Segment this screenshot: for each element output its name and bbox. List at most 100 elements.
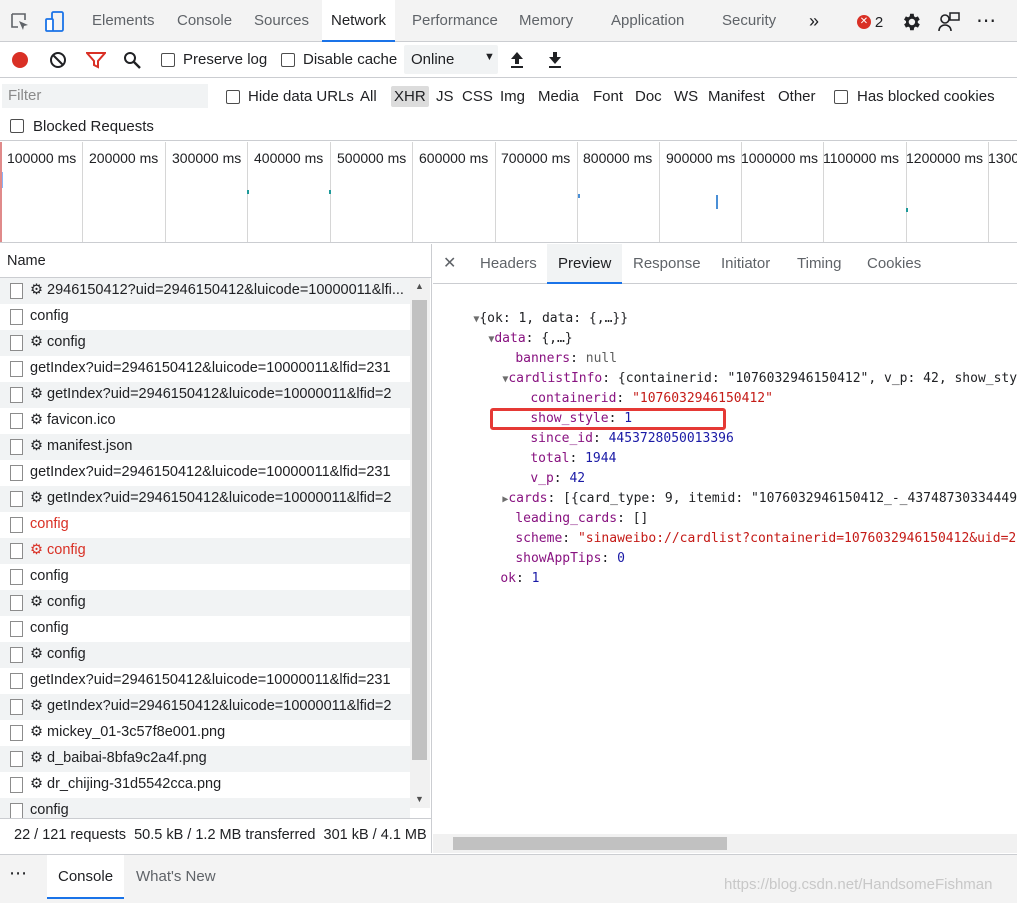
gear-icon[interactable] <box>900 11 922 33</box>
scrollbar-thumb[interactable] <box>412 300 427 760</box>
filter-type-ws[interactable]: WS <box>671 86 701 107</box>
filter-icon[interactable] <box>86 52 106 69</box>
preview-horizontal-scrollbar[interactable] <box>433 834 1017 853</box>
blocked-requests-checkbox[interactable] <box>10 119 24 133</box>
request-summary: 22 / 121 requests 50.5 kB / 1.2 MB trans… <box>14 827 427 843</box>
request-name: ⚙ favicon.ico <box>30 412 116 428</box>
request-row[interactable]: config <box>0 564 410 590</box>
filter-type-css[interactable]: CSS <box>459 86 496 107</box>
preserve-log-checkbox[interactable] <box>161 53 175 67</box>
request-row[interactable]: ⚙ mickey_01-3c57f8e001.png <box>0 720 410 746</box>
filter-input[interactable]: Filter <box>2 84 208 108</box>
device-toolbar-icon[interactable] <box>44 10 66 34</box>
feedback-icon[interactable] <box>937 11 961 33</box>
tab-application[interactable]: Application <box>611 0 684 42</box>
request-row[interactable]: ⚙ manifest.json <box>0 434 410 460</box>
tab-response[interactable]: Response <box>633 244 701 284</box>
filter-type-doc[interactable]: Doc <box>632 86 665 107</box>
request-row[interactable]: ⚙ favicon.ico <box>0 408 410 434</box>
filter-type-js[interactable]: JS <box>433 86 457 107</box>
disable-cache-checkbox[interactable] <box>281 53 295 67</box>
tab-elements[interactable]: Elements <box>92 0 155 42</box>
preserve-log-label: Preserve log <box>183 51 268 68</box>
inspect-element-icon[interactable] <box>9 11 31 33</box>
request-row[interactable]: config <box>0 616 410 642</box>
tab-security[interactable]: Security <box>722 0 776 42</box>
has-blocked-cookies-checkbox[interactable] <box>834 90 848 104</box>
filter-type-media[interactable]: Media <box>535 86 582 107</box>
file-icon <box>10 413 23 429</box>
request-name: ⚙ config <box>30 542 86 558</box>
tab-sources[interactable]: Sources <box>254 0 309 42</box>
tab-cookies[interactable]: Cookies <box>867 244 921 284</box>
tab-network[interactable]: Network <box>322 0 396 42</box>
request-row[interactable]: ⚙ getIndex?uid=2946150412&luicode=100000… <box>0 694 410 720</box>
tab-timing[interactable]: Timing <box>797 244 841 284</box>
request-row[interactable]: config <box>0 304 410 330</box>
tab-console[interactable]: Console <box>177 0 232 42</box>
search-icon[interactable] <box>123 51 141 69</box>
file-icon <box>10 699 23 715</box>
drawer-tab-whats-new[interactable]: What's New <box>136 855 216 899</box>
scroll-up-icon[interactable]: ▲ <box>415 281 424 291</box>
tab-preview[interactable]: Preview <box>547 244 623 284</box>
tab-memory[interactable]: Memory <box>519 0 573 42</box>
tab-initiator[interactable]: Initiator <box>721 244 770 284</box>
request-row[interactable]: ⚙ config <box>0 538 410 564</box>
json-containerid-value: "1076032946150412" <box>632 391 773 406</box>
request-row[interactable]: getIndex?uid=2946150412&luicode=10000011… <box>0 668 410 694</box>
drawer-menu-icon[interactable]: ⋯ <box>9 863 27 884</box>
request-row[interactable]: ⚙ dr_chijing-31d5542cca.png <box>0 772 410 798</box>
file-icon <box>10 439 23 455</box>
close-icon[interactable]: ✕ <box>443 244 456 284</box>
request-row[interactable]: ⚙ getIndex?uid=2946150412&luicode=100000… <box>0 486 410 512</box>
filter-bar: Filter Hide data URLs All XHR JS CSS Img… <box>0 78 1017 141</box>
scroll-down-icon[interactable]: ▼ <box>415 794 424 804</box>
request-row[interactable]: ⚙ config <box>0 330 410 356</box>
filter-type-font[interactable]: Font <box>590 86 626 107</box>
request-name: ⚙ d_baibai-8bfa9c2a4f.png <box>30 750 207 766</box>
drawer-tab-console[interactable]: Console <box>47 855 125 899</box>
error-badge[interactable]: ✕ 2 <box>857 13 883 31</box>
request-row[interactable]: ⚙ getIndex?uid=2946150412&luicode=100000… <box>0 382 410 408</box>
hide-data-urls-checkbox[interactable] <box>226 90 240 104</box>
filter-type-manifest[interactable]: Manifest <box>705 86 768 107</box>
chevron-down-icon: ▼ <box>484 51 495 63</box>
request-row[interactable]: getIndex?uid=2946150412&luicode=10000011… <box>0 356 410 382</box>
import-har-icon[interactable] <box>509 51 525 69</box>
request-row[interactable]: ⚙ d_baibai-8bfa9c2a4f.png <box>0 746 410 772</box>
clear-icon[interactable] <box>49 51 67 69</box>
request-row[interactable]: ⚙ config <box>0 642 410 668</box>
record-button[interactable] <box>12 52 28 68</box>
more-options-icon[interactable]: ⋯ <box>976 8 997 33</box>
request-row[interactable]: config <box>0 512 410 538</box>
request-list-scrollbar[interactable]: ▲ ▼ <box>410 278 430 808</box>
request-row[interactable]: ⚙ config <box>0 590 410 616</box>
request-name: ⚙ dr_chijing-31d5542cca.png <box>30 776 222 792</box>
scrollbar-thumb[interactable] <box>453 837 727 850</box>
request-name: config <box>30 802 69 818</box>
filter-type-img[interactable]: Img <box>497 86 528 107</box>
tab-performance[interactable]: Performance <box>412 0 498 42</box>
overview-gridline <box>165 142 166 242</box>
request-name: getIndex?uid=2946150412&luicode=10000011… <box>30 672 391 688</box>
name-column-header[interactable]: Name <box>0 244 431 278</box>
overview-tick-label: 600000 ms <box>419 150 489 166</box>
disable-cache-label: Disable cache <box>303 51 398 68</box>
filter-type-all[interactable]: All <box>357 86 380 107</box>
network-overview[interactable]: 100000 ms 200000 ms 300000 ms 400000 ms … <box>0 142 1017 243</box>
tab-headers[interactable]: Headers <box>480 244 537 284</box>
filter-type-xhr[interactable]: XHR <box>391 86 429 107</box>
request-name: ⚙ config <box>30 594 86 610</box>
request-name: ⚙ getIndex?uid=2946150412&luicode=100000… <box>30 698 392 714</box>
request-name: config <box>30 568 69 584</box>
json-since-id-value: 4453728050013396 <box>608 431 734 446</box>
request-row[interactable]: getIndex?uid=2946150412&luicode=10000011… <box>0 460 410 486</box>
export-har-icon[interactable] <box>547 51 563 69</box>
more-tabs-button[interactable]: » <box>809 0 819 42</box>
request-row[interactable]: ⚙ 2946150412?uid=2946150412&luicode=1000… <box>0 278 410 304</box>
file-icon <box>10 517 23 533</box>
overview-tick-label: 500000 ms <box>337 150 407 166</box>
throttling-select[interactable]: Online ▼ <box>404 45 498 74</box>
filter-type-other[interactable]: Other <box>775 86 819 107</box>
